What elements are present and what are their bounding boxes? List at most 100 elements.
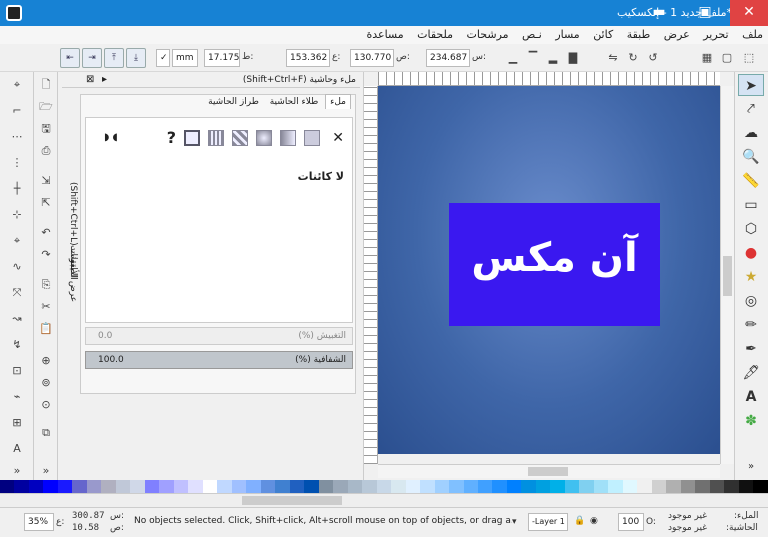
- visibility-icon[interactable]: ◉: [590, 516, 598, 526]
- palette-swatch[interactable]: [434, 480, 450, 493]
- zoom-field[interactable]: 35%: [24, 513, 54, 531]
- menu-object[interactable]: كائن: [588, 26, 618, 43]
- palette-swatch[interactable]: [260, 480, 276, 493]
- copy-icon[interactable]: ⎘: [37, 276, 55, 294]
- align-icon[interactable]: ⇤: [60, 48, 80, 68]
- palette-swatch[interactable]: [43, 480, 58, 493]
- new-document-icon[interactable]: 🗋: [37, 76, 55, 94]
- 3d-box-tool-icon[interactable]: ⬡: [738, 218, 764, 240]
- palette-swatch[interactable]: [477, 480, 493, 493]
- snap-nodes-icon[interactable]: ⌖: [8, 232, 26, 250]
- radial-gradient-icon[interactable]: [256, 130, 272, 146]
- layer-select[interactable]: -Layer 1: [528, 513, 568, 531]
- palette-swatch[interactable]: [159, 480, 174, 493]
- menu-help[interactable]: مساعدة: [361, 26, 408, 43]
- lower-bottom-icon[interactable]: ▂: [544, 49, 562, 67]
- snap-bbox-icon[interactable]: ⌐: [8, 102, 26, 120]
- print-icon[interactable]: ⎙: [37, 142, 55, 160]
- palette-swatch[interactable]: [217, 480, 232, 493]
- tweak-tool-icon[interactable]: ☁: [738, 122, 764, 144]
- palette-swatch[interactable]: [738, 480, 754, 493]
- x-field[interactable]: 234.687: [426, 49, 470, 67]
- close-button[interactable]: ✕: [730, 0, 768, 26]
- color-palette[interactable]: [0, 480, 768, 493]
- dock-collapse-icon[interactable]: ▸: [102, 74, 107, 85]
- more-tools-icon[interactable]: »: [738, 456, 764, 478]
- text-tool-icon[interactable]: A: [738, 386, 764, 408]
- zoom-page-icon[interactable]: ⊙: [37, 396, 55, 414]
- rotate-icon[interactable]: ↺: [644, 49, 662, 67]
- palette-scrollbar[interactable]: [0, 493, 768, 507]
- lock-icon[interactable]: 🔒: [574, 516, 585, 526]
- palette-swatch[interactable]: [506, 480, 522, 493]
- width-field[interactable]: 153.362: [286, 49, 330, 67]
- duplicate-icon[interactable]: ⧉: [37, 424, 55, 442]
- snap-toggle-icon[interactable]: ⌖: [8, 76, 26, 94]
- palette-swatch[interactable]: [521, 480, 536, 493]
- vertical-ruler[interactable]: [364, 86, 378, 464]
- rotate-icon[interactable]: ↻: [624, 49, 642, 67]
- more-icon[interactable]: »: [8, 462, 26, 480]
- palette-swatch[interactable]: [347, 480, 363, 493]
- snap-intersection-icon[interactable]: ⤧: [8, 284, 26, 302]
- palette-swatch[interactable]: [275, 480, 290, 493]
- more-icon[interactable]: »: [37, 462, 55, 480]
- palette-swatch[interactable]: [57, 480, 73, 493]
- circle-tool-icon[interactable]: ●: [738, 242, 764, 264]
- scrollbar-thumb[interactable]: [528, 467, 568, 476]
- snap-smooth-icon[interactable]: ↝: [8, 310, 26, 328]
- raise-top-icon[interactable]: ▇: [564, 49, 582, 67]
- palette-swatch[interactable]: [376, 480, 392, 493]
- menu-text[interactable]: نـص: [517, 26, 547, 43]
- palette-swatch[interactable]: [550, 480, 565, 493]
- node-tool-icon[interactable]: ⤤: [738, 98, 764, 120]
- palette-swatch[interactable]: [173, 480, 189, 493]
- horizontal-ruler[interactable]: [378, 72, 720, 86]
- opacity-spin[interactable]: 100: [618, 513, 644, 531]
- flat-color-icon[interactable]: [304, 130, 320, 146]
- pen-tool-icon[interactable]: ✒: [738, 338, 764, 360]
- palette-swatch[interactable]: [651, 480, 667, 493]
- layer-dropdown-arrow[interactable]: ▾: [512, 517, 517, 527]
- menu-layer[interactable]: طبقة: [622, 26, 656, 43]
- raise-icon[interactable]: ▔: [524, 49, 542, 67]
- palette-swatch[interactable]: [724, 480, 739, 493]
- spray-tool-icon[interactable]: ✽: [738, 410, 764, 432]
- dock-close-icon[interactable]: ⊠: [86, 74, 94, 85]
- measure-tool-icon[interactable]: 📏: [738, 170, 764, 192]
- opacity-field[interactable]: 100.0 الشفافية (%): [85, 351, 353, 369]
- palette-swatch[interactable]: [420, 480, 435, 493]
- calligraphy-tool-icon[interactable]: 🖋: [738, 362, 764, 384]
- palette-swatch[interactable]: [86, 480, 102, 493]
- zoom-tool-icon[interactable]: 🔍: [738, 146, 764, 168]
- menu-view[interactable]: عرض: [659, 26, 695, 43]
- zoom-drawing-icon[interactable]: ⊚: [37, 374, 55, 392]
- snap-page-icon[interactable]: ⊞: [8, 414, 26, 432]
- palette-swatch[interactable]: [202, 480, 218, 493]
- align-icon[interactable]: ⤓: [126, 48, 146, 68]
- align-icon[interactable]: ⇥: [82, 48, 102, 68]
- palette-swatch[interactable]: [115, 480, 131, 493]
- mesh-gradient-icon[interactable]: [232, 130, 248, 146]
- linear-gradient-icon[interactable]: [280, 130, 296, 146]
- zoom-selection-icon[interactable]: ⊕: [37, 352, 55, 370]
- rectangle-tool-icon[interactable]: ▭: [738, 194, 764, 216]
- snap-line-icon[interactable]: ↯: [8, 336, 26, 354]
- save-icon[interactable]: 🖫: [37, 120, 55, 138]
- export-icon[interactable]: ⇱: [37, 194, 55, 212]
- spiral-tool-icon[interactable]: ◎: [738, 290, 764, 312]
- palette-swatch[interactable]: [535, 480, 551, 493]
- minimize-button[interactable]: ▬: [640, 0, 678, 26]
- palette-swatch[interactable]: [492, 480, 507, 493]
- redo-icon[interactable]: ↷: [37, 246, 55, 264]
- palette-swatch[interactable]: [608, 480, 623, 493]
- menu-filters[interactable]: مرشحات: [462, 26, 514, 43]
- deselect-icon[interactable]: ▢: [718, 49, 736, 67]
- palette-swatch[interactable]: [144, 480, 160, 493]
- palette-swatch[interactable]: [579, 480, 594, 493]
- undo-icon[interactable]: ↶: [37, 224, 55, 242]
- tab-stroke-style[interactable]: طراز الحاشية: [204, 95, 263, 109]
- palette-swatch[interactable]: [622, 480, 638, 493]
- palette-swatch[interactable]: [289, 480, 305, 493]
- pencil-tool-icon[interactable]: ✏: [738, 314, 764, 336]
